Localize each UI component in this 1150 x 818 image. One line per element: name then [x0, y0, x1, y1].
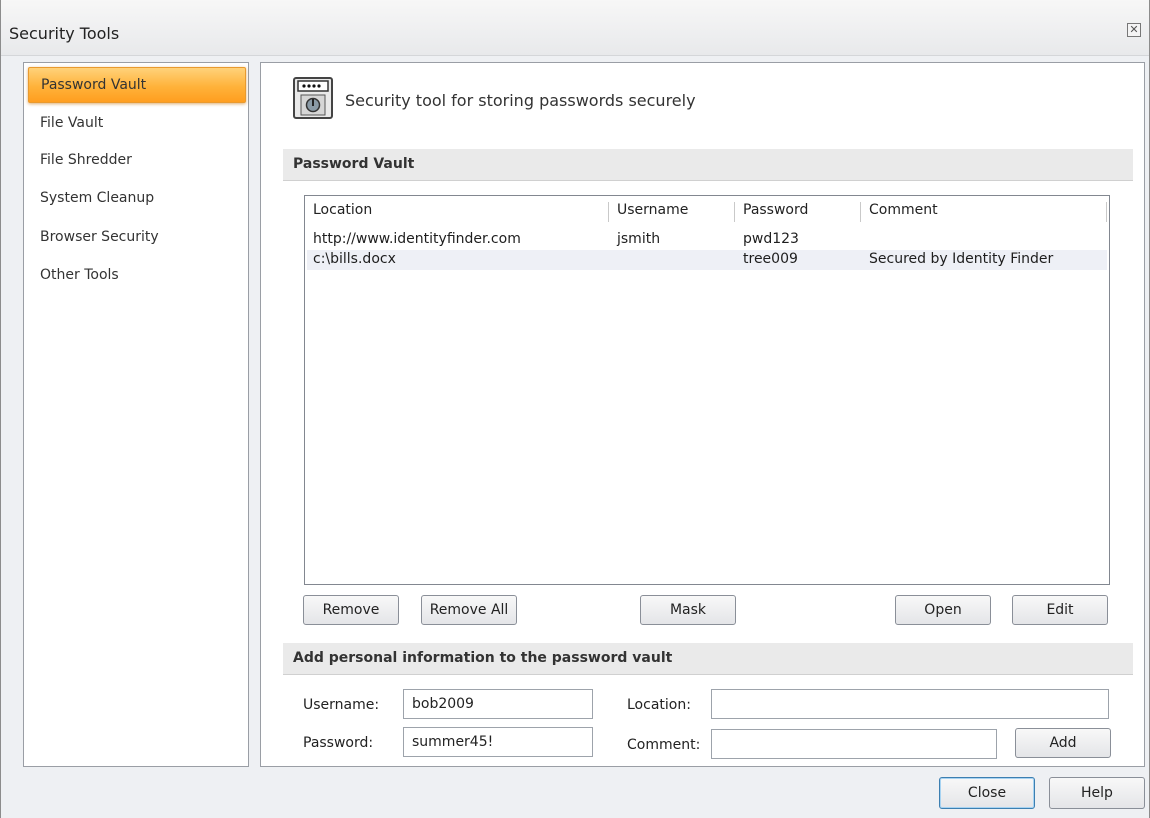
username-field[interactable]	[403, 689, 593, 719]
tool-description: Security tool for storing passwords secu…	[345, 91, 696, 110]
password-label: Password:	[303, 735, 374, 751]
column-header-comment[interactable]: Comment	[861, 202, 1107, 222]
close-button[interactable]: Close	[939, 777, 1035, 809]
column-header-password[interactable]: Password	[735, 202, 861, 222]
sidebar-item-file-shredder[interactable]: File Shredder	[28, 150, 246, 184]
remove-all-button[interactable]: Remove All	[421, 595, 517, 625]
sidebar-item-other-tools[interactable]: Other Tools	[28, 265, 246, 299]
password-list[interactable]: Location Username Password Comment http:…	[304, 195, 1110, 585]
password-field[interactable]	[403, 727, 593, 757]
column-header-location[interactable]: Location	[305, 202, 609, 222]
cell-password: pwd123	[743, 231, 799, 247]
location-field[interactable]	[711, 689, 1109, 719]
cell-username: jsmith	[617, 231, 661, 247]
window-close-icon[interactable]: ✕	[1127, 23, 1141, 37]
window-title: Security Tools	[9, 24, 120, 43]
mask-button[interactable]: Mask	[640, 595, 736, 625]
cell-location: http://www.identityfinder.com	[313, 231, 521, 247]
section-header-password-vault: Password Vault	[283, 149, 1133, 181]
location-label: Location:	[627, 697, 691, 713]
username-label: Username:	[303, 697, 380, 713]
comment-label: Comment:	[627, 737, 701, 753]
sidebar-item-password-vault[interactable]: Password Vault	[28, 67, 246, 103]
remove-button[interactable]: Remove	[303, 595, 399, 625]
title-bar: Security Tools ✕	[1, 0, 1149, 56]
comment-field[interactable]	[711, 729, 997, 759]
add-button[interactable]: Add	[1015, 728, 1111, 758]
column-header-username[interactable]: Username	[609, 202, 735, 222]
help-button[interactable]: Help	[1049, 777, 1145, 809]
table-row[interactable]: c:\bills.docx tree009 Secured by Identit…	[307, 250, 1107, 270]
security-tools-window: Security Tools ✕ Password Vault File Vau…	[0, 0, 1150, 818]
sidebar-item-file-vault[interactable]: File Vault	[28, 113, 246, 147]
vault-safe-icon	[293, 77, 333, 119]
sidebar: Password Vault File Vault File Shredder …	[23, 62, 249, 767]
sidebar-item-system-cleanup[interactable]: System Cleanup	[28, 188, 246, 222]
edit-button[interactable]: Edit	[1012, 595, 1108, 625]
sidebar-item-browser-security[interactable]: Browser Security	[28, 227, 246, 261]
open-button[interactable]: Open	[895, 595, 991, 625]
cell-comment: Secured by Identity Finder	[869, 251, 1054, 267]
cell-password: tree009	[743, 251, 798, 267]
section-header-add-info: Add personal information to the password…	[283, 643, 1133, 675]
main-panel: Security tool for storing passwords secu…	[260, 62, 1145, 767]
cell-location: c:\bills.docx	[313, 251, 396, 267]
table-row[interactable]: http://www.identityfinder.com jsmith pwd…	[307, 230, 1107, 250]
